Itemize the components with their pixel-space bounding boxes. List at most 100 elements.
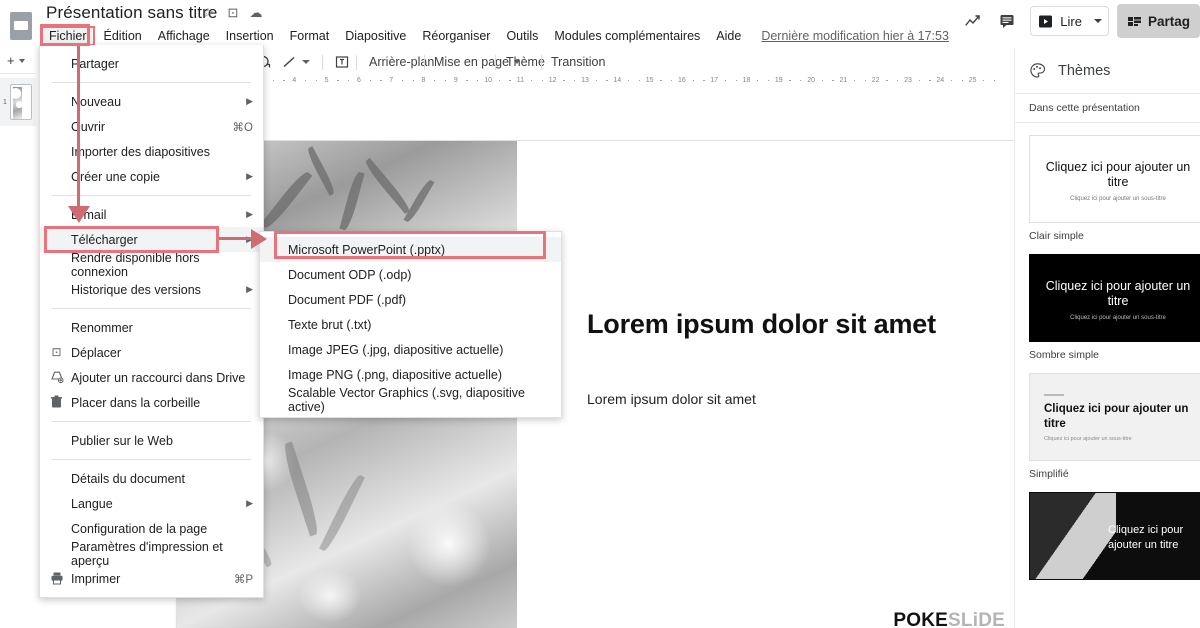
layout-label: Mise en page [434, 55, 510, 69]
last-modified-link[interactable]: Dernière modification hier à 17:53 [761, 29, 949, 43]
menu-format[interactable]: Format [282, 26, 338, 46]
submenu-item-jpeg[interactable]: Image JPEG (.jpg, diapositive actuelle) [260, 337, 561, 362]
menu-item-email[interactable]: E-mail ▶ [40, 202, 263, 227]
cloud-status-icon[interactable]: ☁ [248, 5, 264, 21]
menu-item-parametres-impression[interactable]: Paramètres d'impression et aperçu [40, 540, 263, 568]
add-slide-button[interactable]: + [0, 48, 36, 74]
theme-preview-title: Cliquez ici pour ajouter un titre [1045, 279, 1191, 308]
filmstrip-slide-1[interactable]: 1 [0, 78, 36, 126]
submenu-item-png[interactable]: Image PNG (.png, diapositive actuelle) [260, 362, 561, 387]
drive-shortcut-icon [49, 370, 64, 385]
chevron-down-icon[interactable] [1093, 19, 1102, 23]
transition-button[interactable]: Transition [551, 52, 605, 72]
ruler-tick-dot [951, 80, 953, 81]
menu-fichier[interactable]: Fichier [41, 26, 95, 46]
submenu-item-svg[interactable]: Scalable Vector Graphics (.svg, diaposit… [260, 386, 561, 414]
line-dropdown-caret[interactable] [302, 52, 310, 72]
ruler-tick-dot [768, 80, 770, 81]
menu-insertion[interactable]: Insertion [218, 26, 282, 46]
theme-button[interactable]: Thème [506, 52, 545, 72]
menu-item-label: Créer une copie [71, 169, 160, 184]
menu-item-configuration-page[interactable]: Configuration de la page [40, 516, 263, 541]
ruler-tick-dot [628, 80, 630, 81]
menu-affichage[interactable]: Affichage [150, 26, 218, 46]
present-button[interactable]: Lire [1030, 6, 1109, 36]
menu-item-imprimer[interactable]: Imprimer ⌘P [40, 566, 263, 591]
menu-item-importer-diapositives[interactable]: Importer des diapositives [40, 139, 263, 164]
menu-item-renommer[interactable]: Renommer [40, 315, 263, 340]
submenu-item-pptx[interactable]: Microsoft PowerPoint (.pptx) [260, 237, 561, 262]
ruler-tick-label: 15 [645, 77, 654, 84]
activity-trend-icon[interactable] [956, 4, 990, 38]
slide-title-text[interactable]: Lorem ipsum dolor sit amet [587, 309, 1007, 340]
share-lock-icon [1127, 16, 1141, 26]
ruler-tick-label: 12 [548, 77, 557, 84]
theme-preview[interactable]: Cliquez ici pour ajouter un titre Clique… [1029, 254, 1200, 342]
menu-item-details-document[interactable]: Détails du document [40, 466, 263, 491]
ruler-tick-dot [369, 80, 371, 81]
menu-shortcut: ⌘P [233, 573, 253, 586]
submenu-item-odp[interactable]: Document ODP (.odp) [260, 262, 561, 287]
ruler-tick-dot [606, 80, 608, 81]
ruler-tick-label: 23 [904, 77, 912, 84]
menu-divider [52, 459, 251, 460]
themes-title: Thèmes [1058, 62, 1111, 79]
theme-preview-rule [1044, 394, 1064, 396]
menu-edition[interactable]: Édition [96, 26, 150, 46]
theme-preview[interactable]: Cliquez ici pour ajouter un titre [1029, 492, 1200, 580]
menu-item-historique-versions[interactable]: Historique des versions ▶ [40, 277, 263, 302]
submenu-item-pdf[interactable]: Document PDF (.pdf) [260, 287, 561, 312]
menu-divider [52, 421, 251, 422]
menu-item-raccourci-drive[interactable]: Ajouter un raccourci dans Drive [40, 365, 263, 390]
ruler-tick-dot [929, 80, 931, 81]
menu-aide[interactable]: Aide [708, 26, 749, 46]
ruler-tick-label: 24 [936, 77, 945, 84]
ruler-tick-dot [671, 80, 673, 81]
ruler-tick-dot [725, 80, 727, 81]
theme-option-4[interactable]: Cliquez ici pour ajouter un titre [1015, 480, 1200, 580]
menu-modules[interactable]: Modules complémentaires [546, 26, 708, 46]
ruler-tick-dot [735, 80, 737, 81]
menu-bar: Fichier Édition Affichage Insertion Form… [40, 25, 949, 47]
menu-item-label: Historique des versions [71, 282, 201, 297]
menu-item-deplacer[interactable]: ⊡ Déplacer [40, 340, 263, 365]
comment-icon[interactable] [990, 4, 1024, 38]
move-to-folder-icon[interactable]: ⊡ [225, 5, 241, 21]
download-submenu: Microsoft PowerPoint (.pptx) Document OD… [259, 231, 562, 418]
theme-option-simplifie[interactable]: Cliquez ici pour ajouter un titre Clique… [1015, 361, 1200, 480]
slide-subtitle-text[interactable]: Lorem ipsum dolor sit amet [587, 391, 1007, 407]
menu-item-label: Nouveau [71, 94, 122, 109]
share-button[interactable]: Partag [1116, 4, 1200, 38]
submenu-item-txt[interactable]: Texte brut (.txt) [260, 312, 561, 337]
menu-outils[interactable]: Outils [498, 26, 546, 46]
ruler-tick-dot [380, 80, 382, 81]
document-title[interactable]: Présentation sans titre [46, 3, 217, 23]
menu-reorganiser[interactable]: Réorganiser [414, 26, 498, 46]
menu-item-corbeille[interactable]: Placer dans la corbeille [40, 390, 263, 415]
menu-item-label: Langue [71, 496, 113, 511]
menu-diapositive[interactable]: Diapositive [337, 26, 414, 46]
star-icon[interactable]: ☆ [200, 5, 216, 21]
top-bar: Présentation sans titre ☆ ⊡ ☁ Fichier Éd… [0, 0, 1200, 48]
chevron-down-icon[interactable] [18, 58, 25, 63]
submenu-arrow-icon: ▶ [246, 209, 253, 219]
slide-thumbnail[interactable] [10, 84, 32, 120]
menu-item-publier-web[interactable]: Publier sur le Web [40, 428, 263, 453]
ruler-tick-dot [337, 80, 339, 81]
ruler-tick-dot [789, 80, 791, 81]
menu-item-langue[interactable]: Langue ▶ [40, 491, 263, 516]
theme-preview-subtitle: Cliquez ici pour ajouter un sous-titre [1070, 315, 1166, 321]
text-box-icon[interactable] [334, 52, 350, 72]
theme-preview[interactable]: Cliquez ici pour ajouter un titre Clique… [1029, 373, 1200, 461]
menu-item-creer-copie[interactable]: Créer une copie ▶ [40, 164, 263, 189]
menu-item-telecharger[interactable]: Télécharger ▶ [40, 227, 263, 252]
menu-item-nouveau[interactable]: Nouveau ▶ [40, 89, 263, 114]
menu-item-ouvrir[interactable]: Ouvrir ⌘O [40, 114, 263, 139]
menu-item-hors-connexion[interactable]: Rendre disponible hors connexion [40, 251, 263, 279]
theme-option-clair-simple[interactable]: Cliquez ici pour ajouter un titre Clique… [1015, 123, 1200, 242]
theme-name: Clair simple [1029, 230, 1084, 242]
theme-option-sombre-simple[interactable]: Cliquez ici pour ajouter un titre Clique… [1015, 242, 1200, 361]
menu-item-partager[interactable]: Partager [40, 51, 263, 76]
theme-preview[interactable]: Cliquez ici pour ajouter un titre Clique… [1029, 135, 1200, 223]
line-icon[interactable] [281, 52, 297, 72]
